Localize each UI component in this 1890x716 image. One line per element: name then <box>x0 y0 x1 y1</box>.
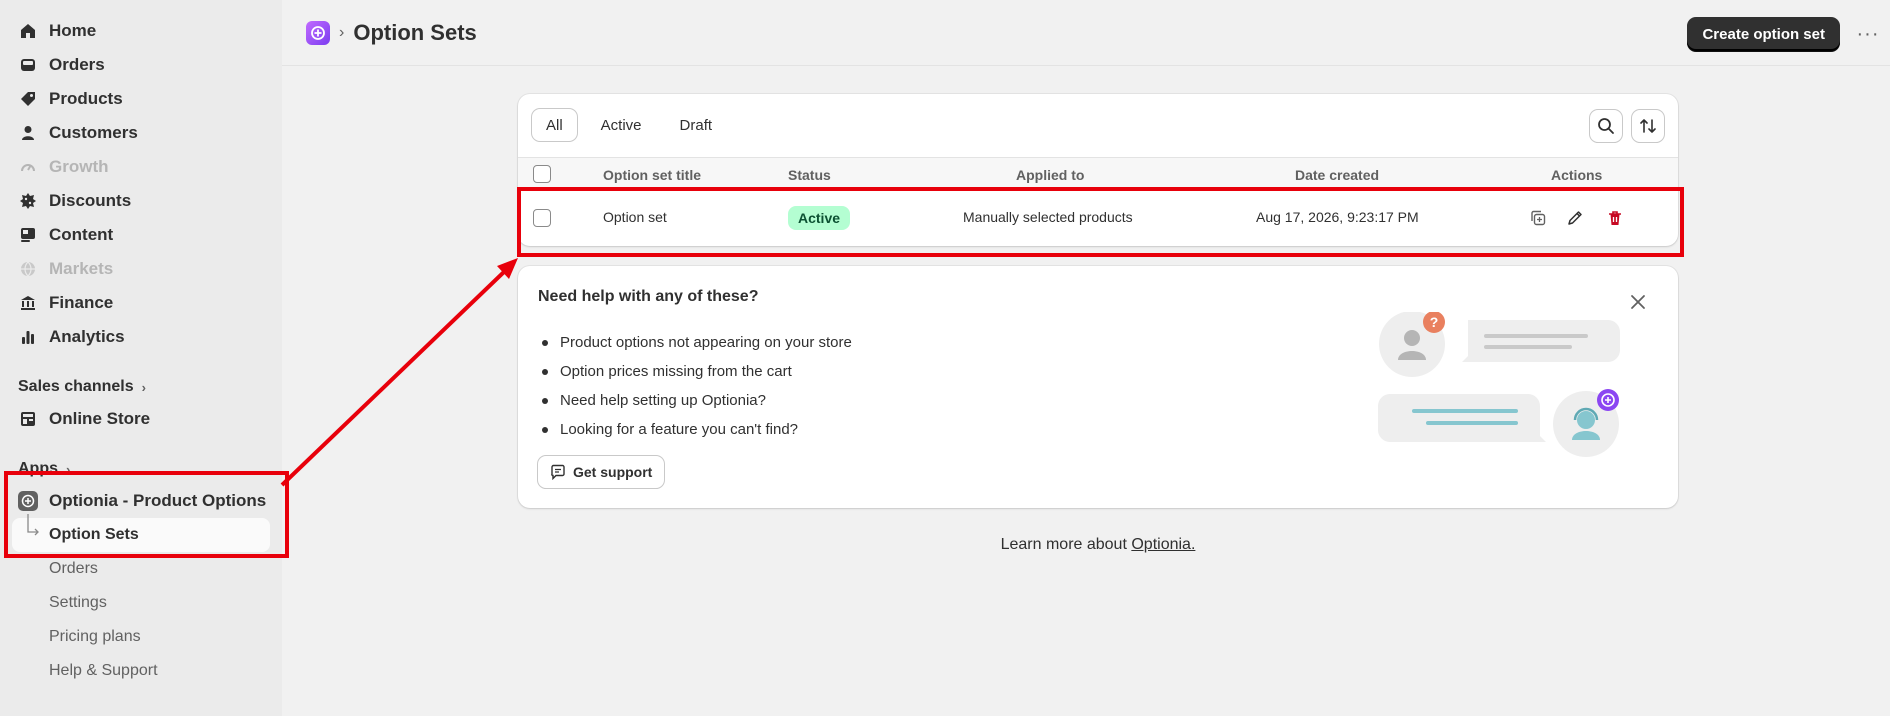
list-item: Need help setting up Optionia? <box>538 386 852 415</box>
optionia-link[interactable]: Optionia. <box>1131 536 1195 553</box>
page-header: › Option Sets Create option set ··· <box>282 0 1890 66</box>
column-header-status[interactable]: Status <box>788 167 831 183</box>
help-card: Need help with any of these? Product opt… <box>518 266 1678 508</box>
sidebar-item-customers[interactable]: Customers <box>0 116 282 150</box>
chat-bubble-left <box>1462 320 1620 362</box>
help-title: Need help with any of these? <box>538 288 759 305</box>
sort-button[interactable] <box>1632 110 1664 142</box>
more-actions-button[interactable]: ··· <box>1854 20 1882 48</box>
sidebar-item-label: Orders <box>49 55 105 74</box>
create-option-set-button[interactable]: Create option set <box>1687 17 1840 51</box>
column-header-date-created[interactable]: Date created <box>1295 167 1379 183</box>
sidebar-item-label: Discounts <box>49 191 132 210</box>
sidebar-item-label: Customers <box>49 123 138 142</box>
close-icon[interactable] <box>1628 292 1648 312</box>
sidebar-item-home[interactable]: Home <box>0 14 282 48</box>
globe-icon <box>18 259 38 279</box>
search-icon <box>1598 118 1614 134</box>
sidebar-item-label: Content <box>49 225 114 244</box>
chat-bubble-right <box>1378 394 1546 442</box>
sidebar-subitem-label: Help & Support <box>49 662 158 679</box>
inbox-icon <box>18 55 38 75</box>
sidebar-item-markets[interactable]: Markets <box>0 252 282 286</box>
bar-chart-icon <box>18 327 38 347</box>
gauge-icon <box>18 157 38 177</box>
sidebar-item-label: Finance <box>49 293 114 312</box>
filter-tabs: All Active Draft <box>532 109 736 141</box>
sidebar-item-finance[interactable]: Finance <box>0 286 282 320</box>
store-icon <box>18 409 38 429</box>
question-mark-text: ? <box>1430 314 1439 330</box>
sidebar-item-analytics[interactable]: Analytics <box>0 320 282 354</box>
learn-more-text: Learn more about <box>1000 536 1132 553</box>
sidebar-subitem-help-support[interactable]: Help & Support <box>0 654 282 688</box>
support-illustration: ? <box>1378 312 1620 457</box>
learn-more-footer: Learn more about Optionia. <box>518 536 1678 554</box>
sidebar-item-orders[interactable]: Orders <box>0 48 282 82</box>
sidebar-item-label: Online Store <box>49 409 151 428</box>
sidebar-subitem-pricing-plans[interactable]: Pricing plans <box>0 620 282 654</box>
breadcrumb-separator: › <box>339 24 345 41</box>
sidebar: Home Orders Products Customers Growth Di… <box>0 0 282 716</box>
tab-draft[interactable]: Draft <box>666 109 727 141</box>
sidebar-subitem-label: Settings <box>49 594 107 611</box>
list-item: Product options not appearing on your st… <box>538 328 852 357</box>
sidebar-subitem-label: Pricing plans <box>49 628 141 645</box>
sales-channels-header[interactable]: Sales channels › <box>0 372 282 402</box>
sidebar-item-growth[interactable]: Growth <box>0 150 282 184</box>
bank-icon <box>18 293 38 313</box>
tag-icon <box>18 89 38 109</box>
person-icon <box>18 123 38 143</box>
get-support-button[interactable]: Get support <box>538 456 665 488</box>
sidebar-subitem-label: Orders <box>49 560 98 577</box>
sidebar-item-label: Analytics <box>49 327 125 346</box>
sidebar-item-label: Products <box>49 89 123 108</box>
get-support-label: Get support <box>573 464 653 480</box>
column-header-actions: Actions <box>1551 167 1603 183</box>
content-icon <box>18 225 38 245</box>
tab-all[interactable]: All <box>532 109 577 141</box>
sidebar-item-label: Growth <box>49 157 109 176</box>
sort-icon <box>1640 119 1656 133</box>
chevron-right-icon: › <box>141 379 146 395</box>
sidebar-item-discounts[interactable]: Discounts <box>0 184 282 218</box>
optionia-logo-icon[interactable] <box>306 21 330 45</box>
column-header-title[interactable]: Option set title <box>603 167 701 183</box>
table-header: Option set title Status Applied to Date … <box>518 157 1678 191</box>
sidebar-subitem-settings[interactable]: Settings <box>0 586 282 620</box>
sidebar-item-label: Markets <box>49 259 114 278</box>
home-icon <box>18 21 38 41</box>
tab-active[interactable]: Active <box>587 109 656 141</box>
chat-icon <box>550 464 566 480</box>
annotation-highlight-sidebar <box>4 471 289 558</box>
sidebar-item-products[interactable]: Products <box>0 82 282 116</box>
breadcrumb: › Option Sets <box>306 20 477 46</box>
sidebar-item-content[interactable]: Content <box>0 218 282 252</box>
page-title: Option Sets <box>353 20 477 45</box>
sales-channels-label: Sales channels <box>18 378 134 395</box>
help-list: Product options not appearing on your st… <box>538 328 852 444</box>
sidebar-item-online-store[interactable]: Online Store <box>0 402 282 436</box>
list-item: Option prices missing from the cart <box>538 357 852 386</box>
sidebar-item-label: Home <box>49 21 97 40</box>
select-all-checkbox[interactable] <box>533 165 551 183</box>
column-header-applied-to[interactable]: Applied to <box>1016 167 1084 183</box>
search-button[interactable] <box>1590 110 1622 142</box>
list-item: Looking for a feature you can't find? <box>538 415 852 444</box>
discount-icon <box>18 191 38 211</box>
annotation-highlight-row <box>517 187 1684 257</box>
